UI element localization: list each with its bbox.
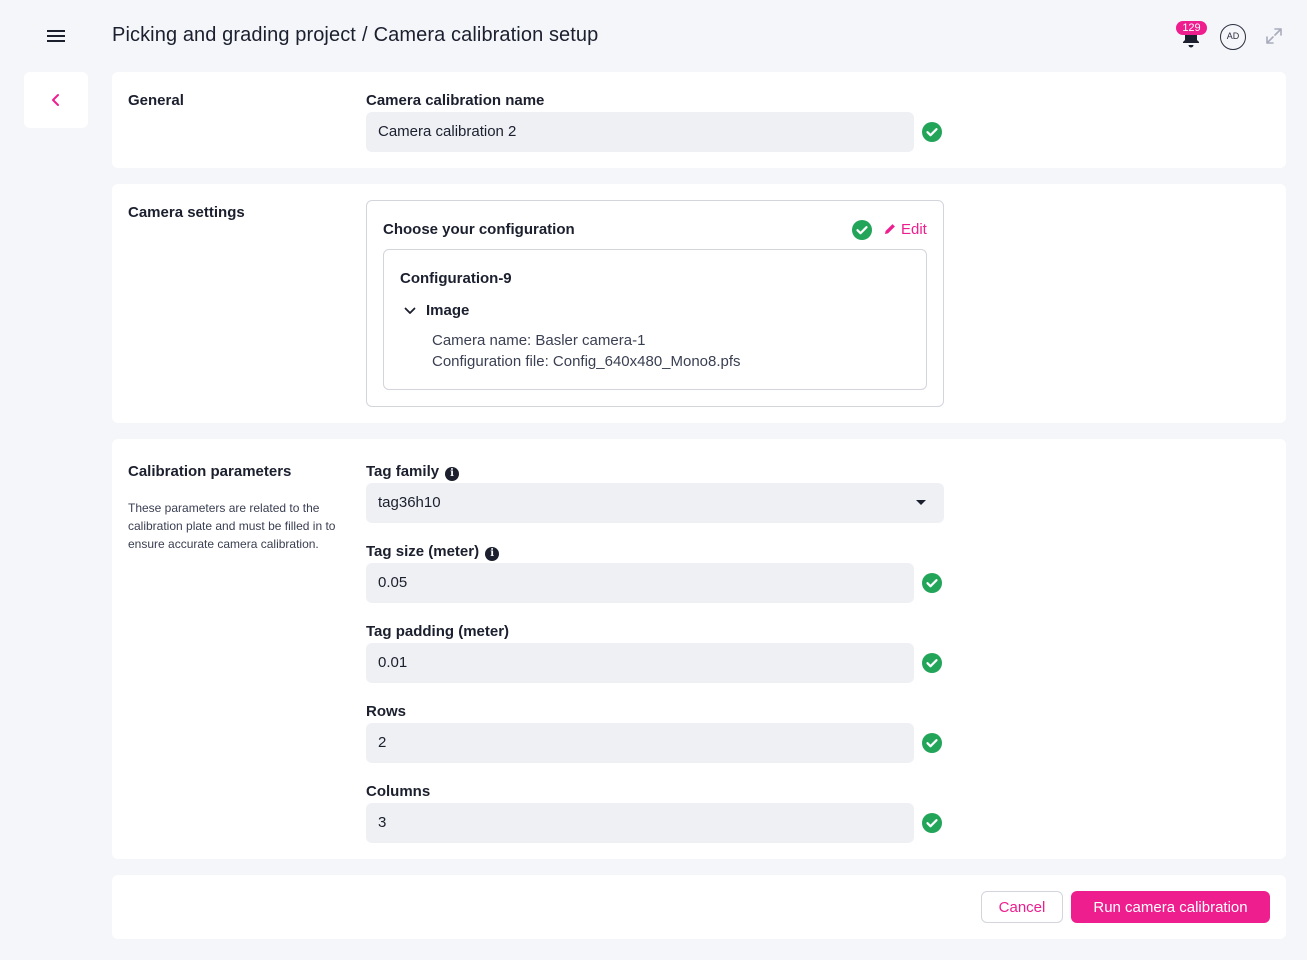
- calibration-name-label: Camera calibration name: [366, 92, 545, 109]
- general-section: General Camera calibration name: [112, 72, 1286, 168]
- info-icon[interactable]: i: [445, 467, 460, 481]
- calibration-parameters-title: Calibration parameters: [128, 463, 292, 480]
- check-circle-icon: [852, 220, 872, 240]
- check-circle-icon: [922, 573, 942, 593]
- info-icon[interactable]: i: [485, 547, 500, 561]
- calibration-parameters-section: Calibration parameters These parameters …: [112, 439, 1286, 859]
- back-button[interactable]: [24, 72, 88, 128]
- edit-configuration-button[interactable]: Edit: [883, 221, 927, 238]
- columns-label: Columns: [366, 783, 431, 800]
- configuration-details: Configuration-9 Image Camera name: Basle…: [383, 249, 927, 390]
- chevron-down-icon: [404, 307, 416, 314]
- check-circle-icon: [922, 653, 942, 673]
- image-collapse-toggle[interactable]: Image: [404, 302, 469, 319]
- camera-settings-section: Camera settings Choose your configuratio…: [112, 184, 1286, 423]
- breadcrumb: Picking and grading project / Camera calib…: [112, 24, 598, 47]
- tag-family-label-text: Tag family: [366, 463, 440, 480]
- actions-bar: Cancel Run camera calibration: [112, 875, 1286, 939]
- tag-padding-label: Tag padding (meter): [366, 623, 510, 640]
- choose-configuration-label: Choose your configuration: [383, 221, 575, 238]
- pencil-icon: [885, 224, 895, 234]
- cancel-button[interactable]: Cancel: [981, 891, 1063, 923]
- breadcrumb-separator: /: [361, 24, 368, 46]
- tag-family-select[interactable]: tag36h10: [366, 483, 944, 523]
- rows-label: Rows: [366, 703, 407, 720]
- check-circle-icon: [922, 813, 942, 833]
- calibration-name-input[interactable]: [366, 112, 914, 152]
- edit-label: Edit: [901, 221, 927, 238]
- expand-icon[interactable]: [1265, 27, 1283, 45]
- camera-settings-title: Camera settings: [128, 204, 245, 221]
- top-bar: Picking and grading project / Camera calib…: [0, 0, 1307, 72]
- configuration-panel: Choose your configuration Edit Configura…: [366, 200, 944, 407]
- columns-input[interactable]: [366, 803, 914, 843]
- image-label: Image: [426, 302, 470, 319]
- caret-down-icon: [916, 500, 926, 505]
- tag-padding-input[interactable]: [366, 643, 914, 683]
- check-circle-icon: [922, 733, 942, 753]
- rows-input[interactable]: [366, 723, 914, 763]
- notification-count-badge: 129: [1176, 21, 1207, 35]
- check-circle-icon: [922, 122, 942, 142]
- general-section-title: General: [128, 92, 184, 109]
- hamburger-menu-icon[interactable]: [44, 26, 68, 46]
- avatar[interactable]: AD: [1220, 24, 1246, 50]
- configuration-file-text: Configuration file: Config_640x480_Mono8…: [432, 353, 741, 370]
- run-camera-calibration-button[interactable]: Run camera calibration: [1071, 891, 1270, 923]
- camera-name-text: Camera name: Basler camera-1: [432, 332, 646, 349]
- calibration-parameters-description: These parameters are related to the cali…: [128, 501, 336, 551]
- breadcrumb-current-page: Camera calibration setup: [373, 24, 599, 46]
- tag-size-label-text: Tag size (meter): [366, 543, 480, 560]
- breadcrumb-project[interactable]: Picking and grading project: [112, 24, 356, 46]
- tag-family-value: tag36h10: [378, 494, 441, 511]
- tag-family-label: Tag family i: [366, 463, 460, 481]
- configuration-name: Configuration-9: [400, 270, 512, 287]
- tag-size-label: Tag size (meter) i: [366, 543, 500, 561]
- chevron-left-icon: [52, 94, 59, 106]
- tag-size-input[interactable]: [366, 563, 914, 603]
